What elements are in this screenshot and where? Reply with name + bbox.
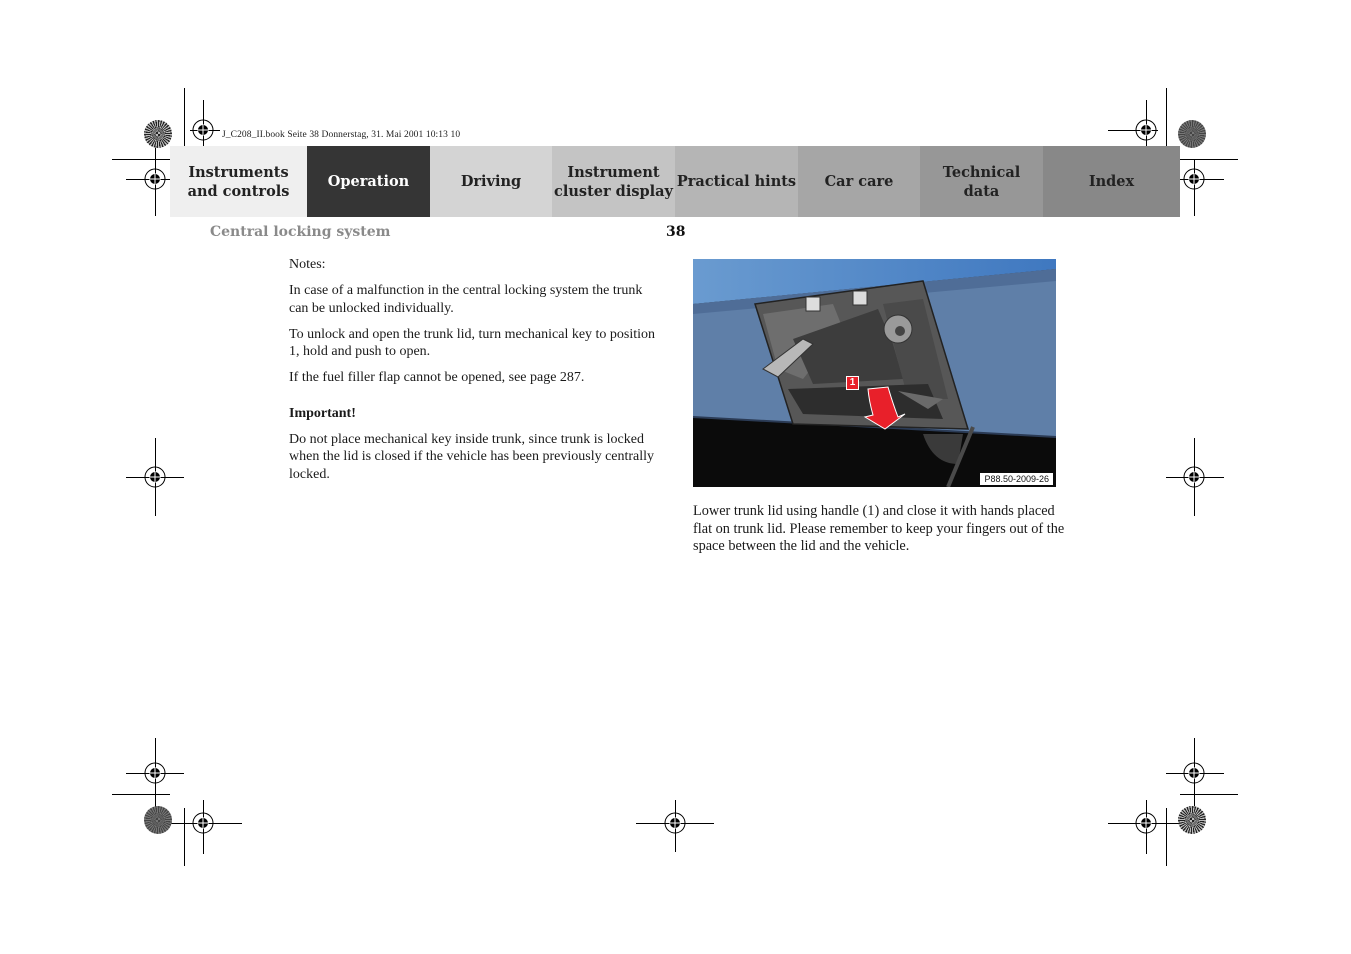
registration-target-icon [144,168,166,190]
registration-target-icon [1183,762,1205,784]
starburst-mark-icon [1178,120,1206,148]
tab-label-line1: Instrument [567,163,660,181]
tab-label-line2: data [963,182,1000,200]
page-number: 38 [666,224,686,240]
tab-label-line1: Technical [942,163,1021,181]
important-text: Do not place mechanical key inside trunk… [289,431,655,482]
instruction-paragraph: Lower trunk lid using handle (1) and clo… [693,503,1065,554]
registration-target-icon [144,466,166,488]
tab-label: Index [1088,173,1135,190]
tab-label: Operation [327,173,410,190]
tab-practical-hints[interactable]: Practical hints [675,146,798,217]
tab-label-line2: cluster display [554,182,673,200]
registration-target-icon [192,812,214,834]
crop-line [1166,808,1167,866]
tab-instruments-and-controls[interactable]: Instruments and controls [170,146,307,217]
crop-line [1180,794,1238,795]
note-paragraph: To unlock and open the trunk lid, turn m… [289,326,656,360]
note-paragraph: If the fuel filler flap cannot be opened… [289,370,585,385]
tab-operation[interactable]: Operation [307,146,430,217]
registration-target-icon [1183,168,1205,190]
crop-line [1180,159,1238,160]
right-column: Lower trunk lid using handle (1) and clo… [693,503,1068,564]
crop-line [112,159,170,160]
crop-line [1166,88,1167,146]
registration-target-icon [1183,466,1205,488]
note-paragraph: In case of a malfunction in the central … [289,283,643,316]
callout-label: 1 [846,376,859,390]
starburst-mark-icon [144,806,172,834]
tab-label-line1: Instruments [188,163,289,181]
registration-target-icon [192,119,214,141]
left-column: Notes: In case of a malfunction in the c… [289,256,659,492]
registration-target-icon [1135,119,1157,141]
section-title: Central locking system [210,224,391,240]
trunk-handle-drawing [693,259,1056,487]
tab-technical-data[interactable]: Technical data [920,146,1043,217]
registration-target-icon [144,762,166,784]
registration-target-icon [1135,812,1157,834]
important-heading: Important! [289,405,356,421]
tab-label-line2: and controls [187,182,290,200]
tab-driving[interactable]: Driving [430,146,552,217]
starburst-mark-icon [1178,806,1206,834]
tab-index[interactable]: Index [1043,146,1180,217]
crop-line [184,808,185,866]
figure-code: P88.50-2009-26 [980,473,1053,485]
print-meta: J_C208_II.book Seite 38 Donnerstag, 31. … [222,130,461,140]
tab-label: Driving [460,173,522,190]
starburst-mark-icon [144,120,172,148]
tab-label: Practical hints [676,173,797,190]
tab-instrument-cluster-display[interactable]: Instrument cluster display [552,146,675,217]
notes-heading: Notes: [289,257,326,272]
tab-car-care[interactable]: Car care [798,146,920,217]
trunk-handle-illustration: 1 P88.50-2009-26 [693,259,1056,487]
chapter-tabs: Instruments and controls Operation Drivin… [170,146,1180,217]
registration-target-icon [664,812,686,834]
crop-line [112,794,170,795]
tab-label: Car care [824,173,894,190]
